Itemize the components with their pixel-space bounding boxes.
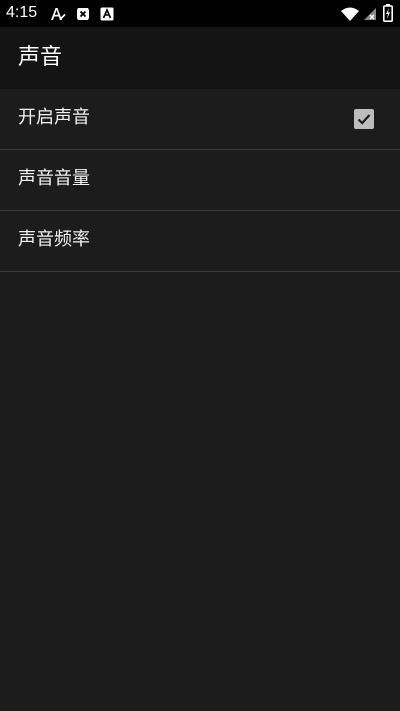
accessibility-a-icon bbox=[50, 6, 66, 20]
a-box-icon bbox=[100, 6, 114, 21]
setting-row-sound-frequency[interactable]: 声音频率 bbox=[0, 211, 400, 272]
settings-list: 开启声音 声音音量 声音频率 bbox=[0, 89, 400, 272]
app-bar: 声音 bbox=[0, 27, 400, 89]
setting-label: 声音频率 bbox=[18, 229, 90, 250]
setting-label: 声音音量 bbox=[18, 168, 90, 189]
close-x-icon bbox=[76, 6, 90, 20]
page-title: 声音 bbox=[18, 45, 63, 70]
status-bar: 4:15 bbox=[0, 0, 400, 27]
no-signal-icon bbox=[363, 6, 377, 20]
setting-row-enable-sound[interactable]: 开启声音 bbox=[0, 89, 400, 150]
checkmark-icon bbox=[357, 114, 371, 125]
battery-charging-icon bbox=[383, 4, 393, 22]
setting-label: 开启声音 bbox=[18, 107, 90, 128]
status-time: 4:15 bbox=[6, 4, 38, 21]
enable-sound-checkbox[interactable] bbox=[354, 109, 374, 129]
wifi-icon bbox=[341, 6, 359, 21]
setting-row-sound-volume[interactable]: 声音音量 bbox=[0, 150, 400, 211]
